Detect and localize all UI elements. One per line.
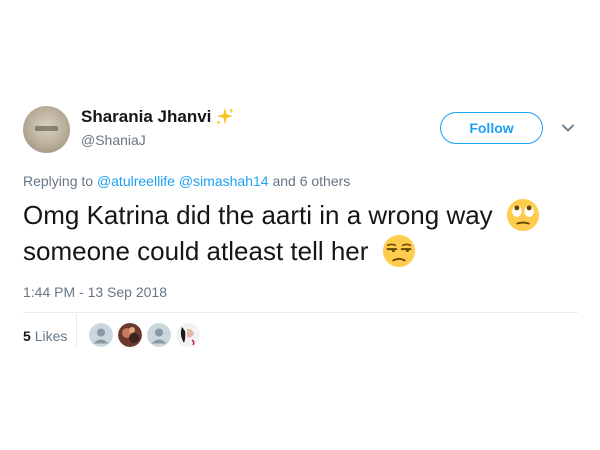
replying-prefix: Replying to — [23, 173, 94, 189]
tweet-line: Omg Katrina did the aarti in a wrong way — [23, 200, 493, 230]
chevron-down-icon[interactable] — [561, 121, 575, 135]
replying-to: Replying to @atulreellife @simashah14 an… — [23, 173, 350, 189]
divider — [23, 312, 578, 313]
tweet-card: Sharania Jhanvi @ShaniaJ Follow Replying… — [0, 0, 600, 450]
follow-button[interactable]: Follow — [440, 112, 543, 144]
avatar[interactable] — [23, 106, 70, 153]
stats-divider — [76, 314, 77, 348]
display-name[interactable]: Sharania Jhanvi — [81, 107, 211, 127]
rolling-eyes-emoji-icon — [506, 198, 539, 232]
avatar-logo-mark — [35, 126, 58, 131]
liker-avatar[interactable] — [147, 323, 171, 347]
mention-link[interactable]: @atulreellife — [97, 173, 175, 189]
tweet-text: Omg Katrina did the aarti in a wrong way… — [23, 197, 583, 269]
liker-avatar[interactable] — [176, 323, 200, 347]
user-handle[interactable]: @ShaniaJ — [81, 132, 146, 148]
mention-link[interactable]: @simashah14 — [179, 173, 269, 189]
timestamp[interactable]: 1:44 PM - 13 Sep 2018 — [23, 284, 167, 300]
likes-label: Likes — [34, 328, 68, 344]
tweet-line: someone could atleast tell her — [23, 236, 369, 266]
unamused-face-emoji-icon — [382, 234, 415, 268]
name-row: Sharania Jhanvi — [81, 106, 236, 128]
sparkles-icon — [216, 107, 235, 126]
liker-avatar[interactable] — [89, 323, 113, 347]
likes-count: 5 — [23, 328, 31, 344]
replying-others[interactable]: and 6 others — [272, 173, 350, 189]
liker-avatar[interactable] — [118, 323, 142, 347]
likes-stat[interactable]: 5 Likes — [23, 328, 67, 344]
